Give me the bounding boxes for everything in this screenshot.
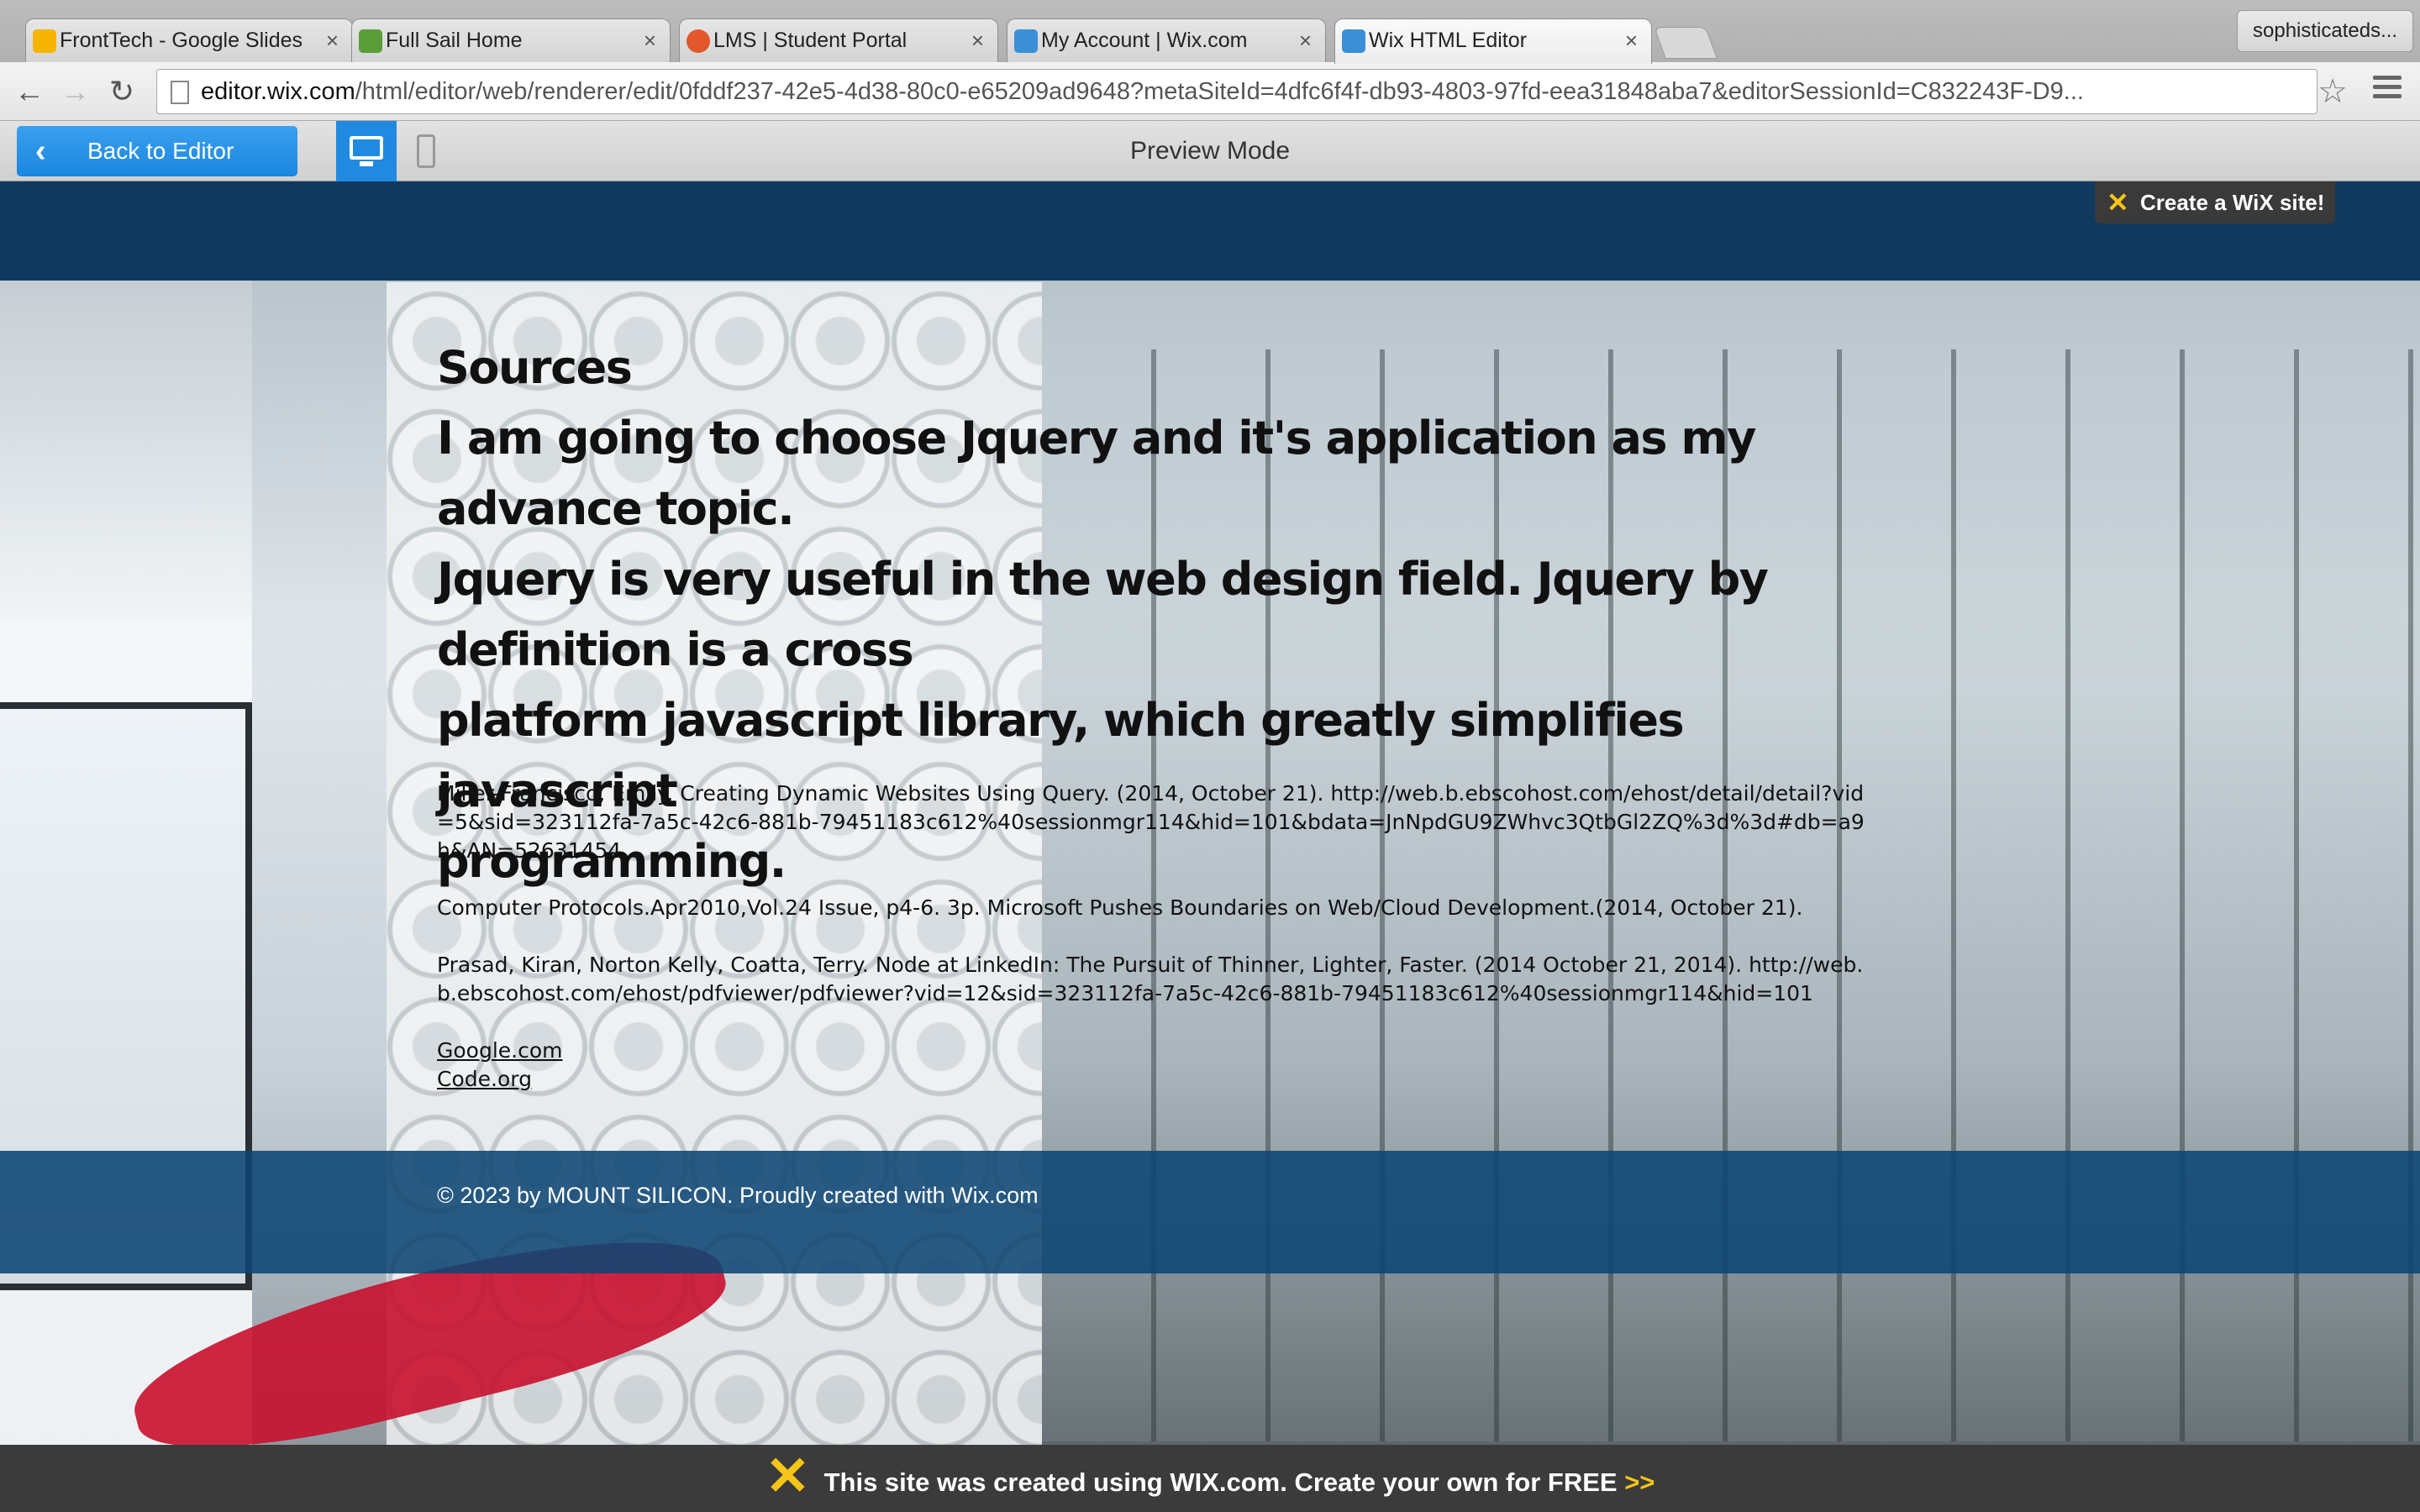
tab-title: My Account | Wix.com	[1041, 29, 1248, 52]
wix-ad-banner[interactable]: ✕ This site was created using WIX.com. C…	[0, 1445, 2420, 1512]
close-icon[interactable]: ×	[1625, 19, 1638, 61]
browser-tabstrip: FrontTech - Google Slides × Full Sail Ho…	[0, 0, 2420, 64]
tab-wix-html-editor[interactable]: Wix HTML Editor ×	[1334, 18, 1652, 64]
tab-title: LMS | Student Portal	[713, 29, 908, 52]
back-to-editor-button[interactable]: ‹ Back to Editor	[17, 126, 297, 176]
wix-preview-bar: Preview Mode ‹ Back to Editor	[0, 121, 2420, 181]
reference-item: Computer Protocols.Apr2010,Vol.24 Issue,…	[437, 895, 1803, 920]
profile-button[interactable]: sophisticateds...	[2237, 10, 2414, 52]
back-to-editor-label: Back to Editor	[87, 138, 234, 164]
slides-icon	[33, 29, 56, 53]
site-header: ✕ Create a WiX site!	[0, 181, 2420, 281]
create-wix-site-label: Create a WiX site!	[2140, 190, 2325, 215]
reload-icon[interactable]: ↻	[104, 74, 139, 109]
reference-item: Miller-Francisco, Emily. Creating Dynami…	[437, 781, 1865, 863]
wix-logo-icon: ✕	[2107, 187, 2129, 218]
reference-item: Prasad, Kiran, Norton Kelly, Coatta, Ter…	[437, 953, 1864, 1005]
back-arrow-icon[interactable]: ←	[12, 74, 47, 109]
tab-full-sail-home[interactable]: Full Sail Home ×	[351, 18, 671, 62]
tab-my-account-wix[interactable]: My Account | Wix.com ×	[1007, 18, 1326, 62]
close-icon[interactable]: ×	[326, 19, 339, 61]
url-host: editor.wix.com	[201, 78, 355, 105]
site-footer: © 2023 by MOUNT SILICON. Proudly created…	[0, 1151, 2420, 1273]
desktop-monitor-icon	[350, 136, 383, 160]
page-icon	[171, 81, 189, 104]
site-preview: ✕ Create a WiX site! Sources I am going …	[0, 181, 2420, 1445]
url-path: /html/editor/web/renderer/edit/0fddf237-…	[355, 78, 2084, 105]
heading-line: Sources	[437, 341, 633, 394]
hamburger-menu-icon[interactable]	[2373, 76, 2402, 109]
link-code-org[interactable]: Code.org	[437, 1065, 1865, 1094]
heading-line: I am going to choose Jquery and it's app…	[437, 412, 1756, 535]
references-list: Miller-Francisco, Emily. Creating Dynami…	[437, 780, 1865, 1094]
tab-frontech-slides[interactable]: FrontTech - Google Slides ×	[25, 18, 353, 62]
wix-icon	[1014, 29, 1038, 53]
desktop-view-button[interactable]	[336, 121, 397, 181]
footer-copyright: © 2023 by MOUNT SILICON. Proudly created…	[437, 1183, 1039, 1208]
lms-icon	[687, 29, 710, 53]
banner-text: This site was created using WIX.com. Cre…	[823, 1467, 1625, 1497]
heading-line: Jquery is very useful in the web design …	[437, 553, 1769, 676]
tab-title: Wix HTML Editor	[1369, 29, 1527, 52]
forward-arrow-icon[interactable]: →	[57, 74, 92, 109]
close-icon[interactable]: ×	[971, 19, 984, 61]
tab-title: FrontTech - Google Slides	[60, 29, 303, 52]
wix-icon	[1342, 29, 1365, 53]
browser-toolbar: ← → ↻ editor.wix.com/html/editor/web/ren…	[0, 62, 2420, 121]
mobile-view-button[interactable]	[417, 134, 435, 168]
close-icon[interactable]: ×	[644, 19, 656, 61]
close-icon[interactable]: ×	[1299, 19, 1312, 61]
link-google[interactable]: Google.com	[437, 1037, 1865, 1065]
chevron-left-icon: ‹	[35, 134, 46, 169]
wix-logo-icon: ✕	[765, 1446, 811, 1506]
create-wix-site-badge[interactable]: ✕ Create a WiX site!	[2095, 181, 2335, 223]
new-tab-button[interactable]	[1654, 27, 1718, 59]
address-bar[interactable]: editor.wix.com/html/editor/web/renderer/…	[156, 69, 2317, 114]
banner-arrows: >>	[1624, 1467, 1655, 1497]
tab-lms-student-portal[interactable]: LMS | Student Portal ×	[679, 18, 998, 62]
fullsail-icon	[359, 29, 382, 53]
bookmark-star-icon[interactable]: ☆	[2317, 72, 2348, 111]
tab-title: Full Sail Home	[386, 29, 523, 52]
